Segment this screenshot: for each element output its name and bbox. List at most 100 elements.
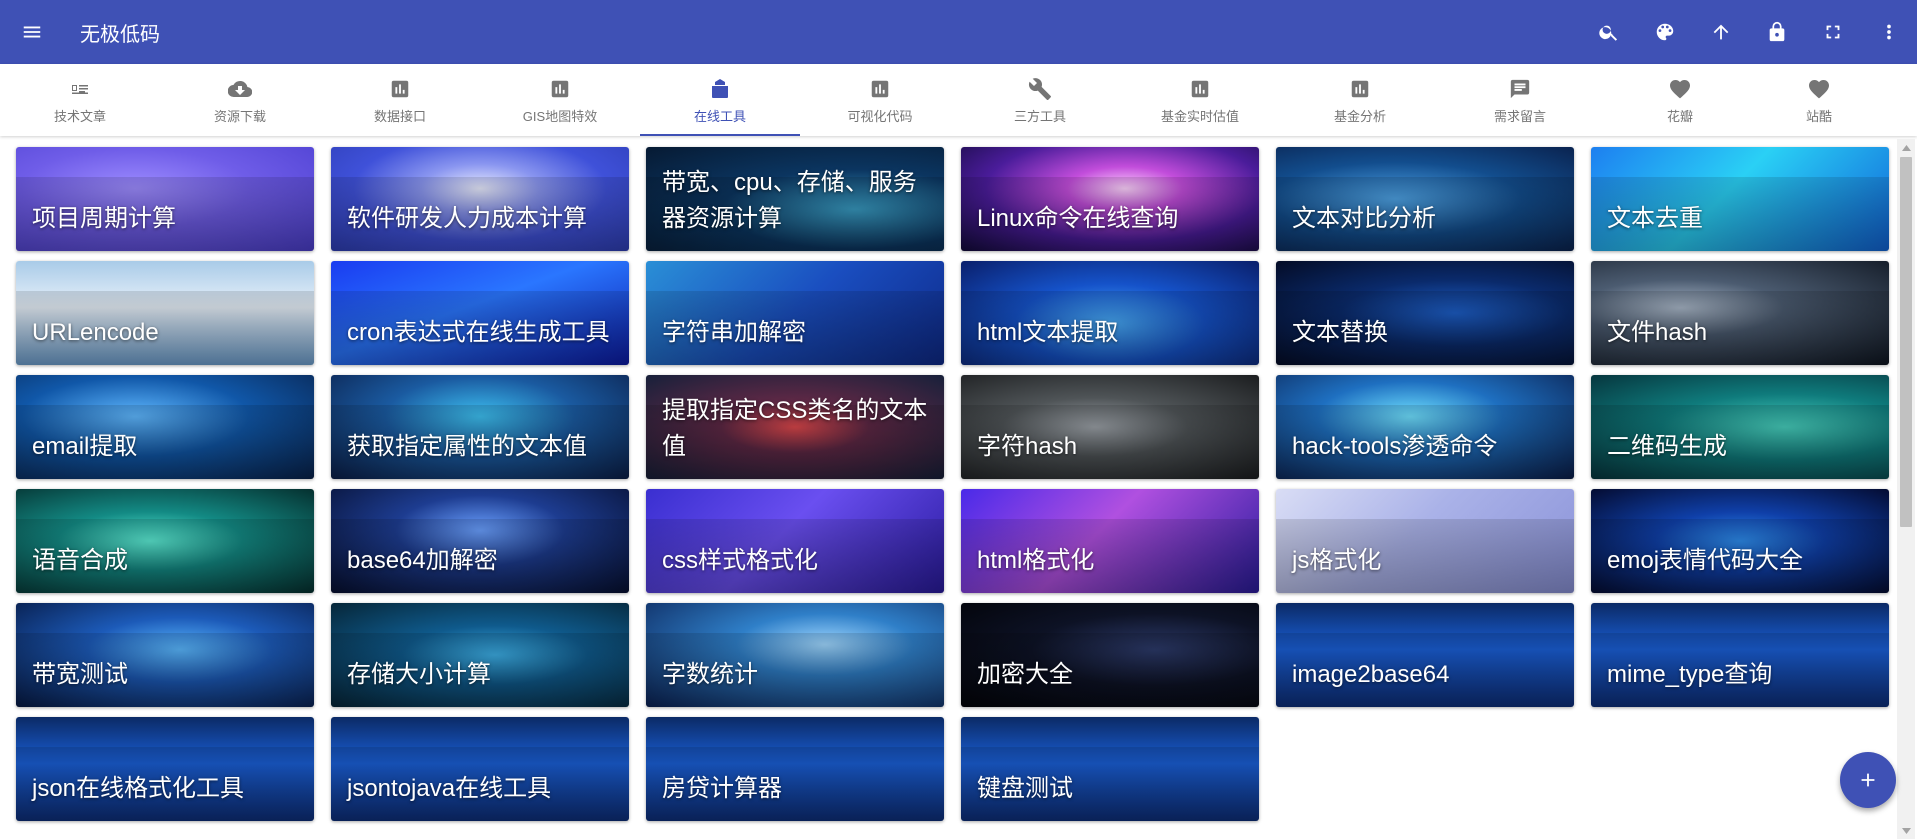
search-icon — [1599, 25, 1618, 41]
card-title: emoj表情代码大全 — [1607, 547, 1804, 574]
bar-chart-icon — [1351, 80, 1369, 97]
tab-feedback[interactable]: 需求留言 — [1440, 64, 1600, 136]
tool-card[interactable]: 加密大全 — [961, 603, 1259, 707]
app-bar: 无极低码 — [0, 0, 1917, 64]
tool-card[interactable]: hack-tools渗透命令 — [1276, 375, 1574, 479]
tool-card[interactable]: html文本提取 — [961, 261, 1259, 365]
tool-card[interactable]: cron表达式在线生成工具 — [331, 261, 629, 365]
card-title: 提取指定CSS类名的文本值 — [662, 397, 928, 460]
tool-card[interactable]: 提取指定CSS类名的文本值 — [646, 375, 944, 479]
tool-card[interactable]: 字符串加解密 — [646, 261, 944, 365]
bar-chart-icon — [871, 80, 889, 97]
tool-card[interactable]: email提取 — [16, 375, 314, 479]
tool-card-grid: 项目周期计算 软件研发人力成本计算 带宽、cpu、存储、服务器资源计算 Linux命令… — [16, 147, 1889, 821]
tool-card[interactable]: 项目周期计算 — [16, 147, 314, 251]
tool-card[interactable]: 获取指定属性的文本值 — [331, 375, 629, 479]
tab-label: 基金实时估值 — [1160, 108, 1239, 124]
tab-zcool[interactable]: 站酷 — [1760, 64, 1878, 136]
tool-card[interactable]: 二维码生成 — [1591, 375, 1889, 479]
tool-card[interactable]: 键盘测试 — [961, 717, 1259, 821]
tab-third-party-tools[interactable]: 三方工具 — [960, 64, 1120, 136]
tool-card[interactable]: js格式化 — [1276, 489, 1574, 593]
scrollbar-down-arrow[interactable] — [1897, 822, 1915, 839]
card-title: URLencode — [32, 319, 159, 346]
tool-card[interactable]: json在线格式化工具 — [16, 717, 314, 821]
heart-icon — [1670, 79, 1690, 98]
tool-card[interactable]: mime_type查询 — [1591, 603, 1889, 707]
tool-card[interactable]: 软件研发人力成本计算 — [331, 147, 629, 251]
scrollbar[interactable] — [1897, 139, 1915, 839]
toolbar-actions — [1581, 0, 1917, 64]
card-title: 字符hash — [977, 433, 1078, 460]
tab-label: 基金分析 — [1333, 108, 1386, 124]
card-title: jsontojava在线工具 — [347, 775, 552, 802]
card-title: image2base64 — [1292, 661, 1450, 688]
card-title: 二维码生成 — [1607, 433, 1727, 460]
tool-card[interactable]: Linux命令在线查询 — [961, 147, 1259, 251]
scroll-top-button[interactable] — [1693, 0, 1749, 64]
tab-data-api[interactable]: 数据接口 — [320, 64, 480, 136]
tab-gis-effects[interactable]: GIS地图特效 — [480, 64, 640, 136]
chevron-down-icon — [1901, 827, 1911, 834]
card-title: mime_type查询 — [1607, 661, 1773, 688]
tool-card[interactable]: image2base64 — [1276, 603, 1574, 707]
add-fab-button[interactable] — [1840, 752, 1896, 808]
card-title: html文本提取 — [977, 319, 1119, 346]
tool-card[interactable]: 字数统计 — [646, 603, 944, 707]
scrollbar-thumb[interactable] — [1900, 157, 1912, 527]
tool-card[interactable]: 文件hash — [1591, 261, 1889, 365]
tab-visual-code[interactable]: 可视化代码 — [800, 64, 960, 136]
more-vert-icon — [1887, 24, 1891, 40]
tools-icon — [712, 78, 728, 98]
tool-card[interactable]: 文本对比分析 — [1276, 147, 1574, 251]
card-title: email提取 — [32, 433, 138, 460]
lock-button[interactable] — [1749, 0, 1805, 64]
chevron-up-icon — [1901, 144, 1911, 151]
tool-card[interactable]: css样式格式化 — [646, 489, 944, 593]
card-title: 文件hash — [1607, 319, 1708, 346]
heart-icon — [1809, 79, 1829, 98]
tab-fund-realtime[interactable]: 基金实时估值 — [1120, 64, 1280, 136]
menu-button[interactable] — [0, 0, 64, 64]
tab-resource-download[interactable]: 资源下载 — [160, 64, 320, 136]
card-title: 软件研发人力成本计算 — [347, 205, 587, 232]
tab-label: 数据接口 — [373, 108, 426, 124]
palette-icon — [1656, 23, 1674, 41]
scrollbar-up-arrow[interactable] — [1897, 139, 1915, 156]
tool-card[interactable]: 带宽测试 — [16, 603, 314, 707]
bar-chart-icon — [391, 80, 409, 97]
tool-card[interactable]: URLencode — [16, 261, 314, 365]
tool-card[interactable]: html格式化 — [961, 489, 1259, 593]
card-title: 获取指定属性的文本值 — [347, 433, 587, 460]
tool-card[interactable]: jsontojava在线工具 — [331, 717, 629, 821]
search-button[interactable] — [1581, 0, 1637, 64]
theme-button[interactable] — [1637, 0, 1693, 64]
bar-chart-icon — [1191, 80, 1209, 97]
card-title: 文本替换 — [1292, 319, 1388, 346]
tool-card[interactable]: 文本去重 — [1591, 147, 1889, 251]
fullscreen-button[interactable] — [1805, 0, 1861, 64]
tab-label: 在线工具 — [693, 108, 746, 124]
tool-card[interactable]: 文本替换 — [1276, 261, 1574, 365]
card-title: 语音合成 — [32, 547, 128, 574]
tool-card[interactable]: 房贷计算器 — [646, 717, 944, 821]
tool-card[interactable]: 语音合成 — [16, 489, 314, 593]
tool-card[interactable]: base64加解密 — [331, 489, 629, 593]
tab-online-tools[interactable]: 在线工具 — [640, 64, 800, 136]
more-button[interactable] — [1861, 0, 1917, 64]
card-title: 带宽、cpu、存储、服务器资源计算 — [662, 169, 917, 232]
tool-card[interactable]: emoj表情代码大全 — [1591, 489, 1889, 593]
tab-tech-articles[interactable]: 技术文章 — [0, 64, 160, 136]
card-title: 带宽测试 — [32, 661, 128, 688]
tab-huaban[interactable]: 花瓣 — [1600, 64, 1760, 136]
tool-card[interactable]: 字符hash — [961, 375, 1259, 479]
tool-card[interactable]: 存储大小计算 — [331, 603, 629, 707]
tab-fund-analysis[interactable]: 基金分析 — [1280, 64, 1440, 136]
tab-label: GIS地图特效 — [522, 108, 598, 124]
plus-icon — [1861, 773, 1875, 787]
cloud-download-icon — [228, 80, 252, 97]
tool-card[interactable]: 带宽、cpu、存储、服务器资源计算 — [646, 147, 944, 251]
tab-label: 需求留言 — [1493, 108, 1546, 124]
menu-icon — [23, 26, 41, 38]
card-title: 字数统计 — [662, 661, 758, 688]
